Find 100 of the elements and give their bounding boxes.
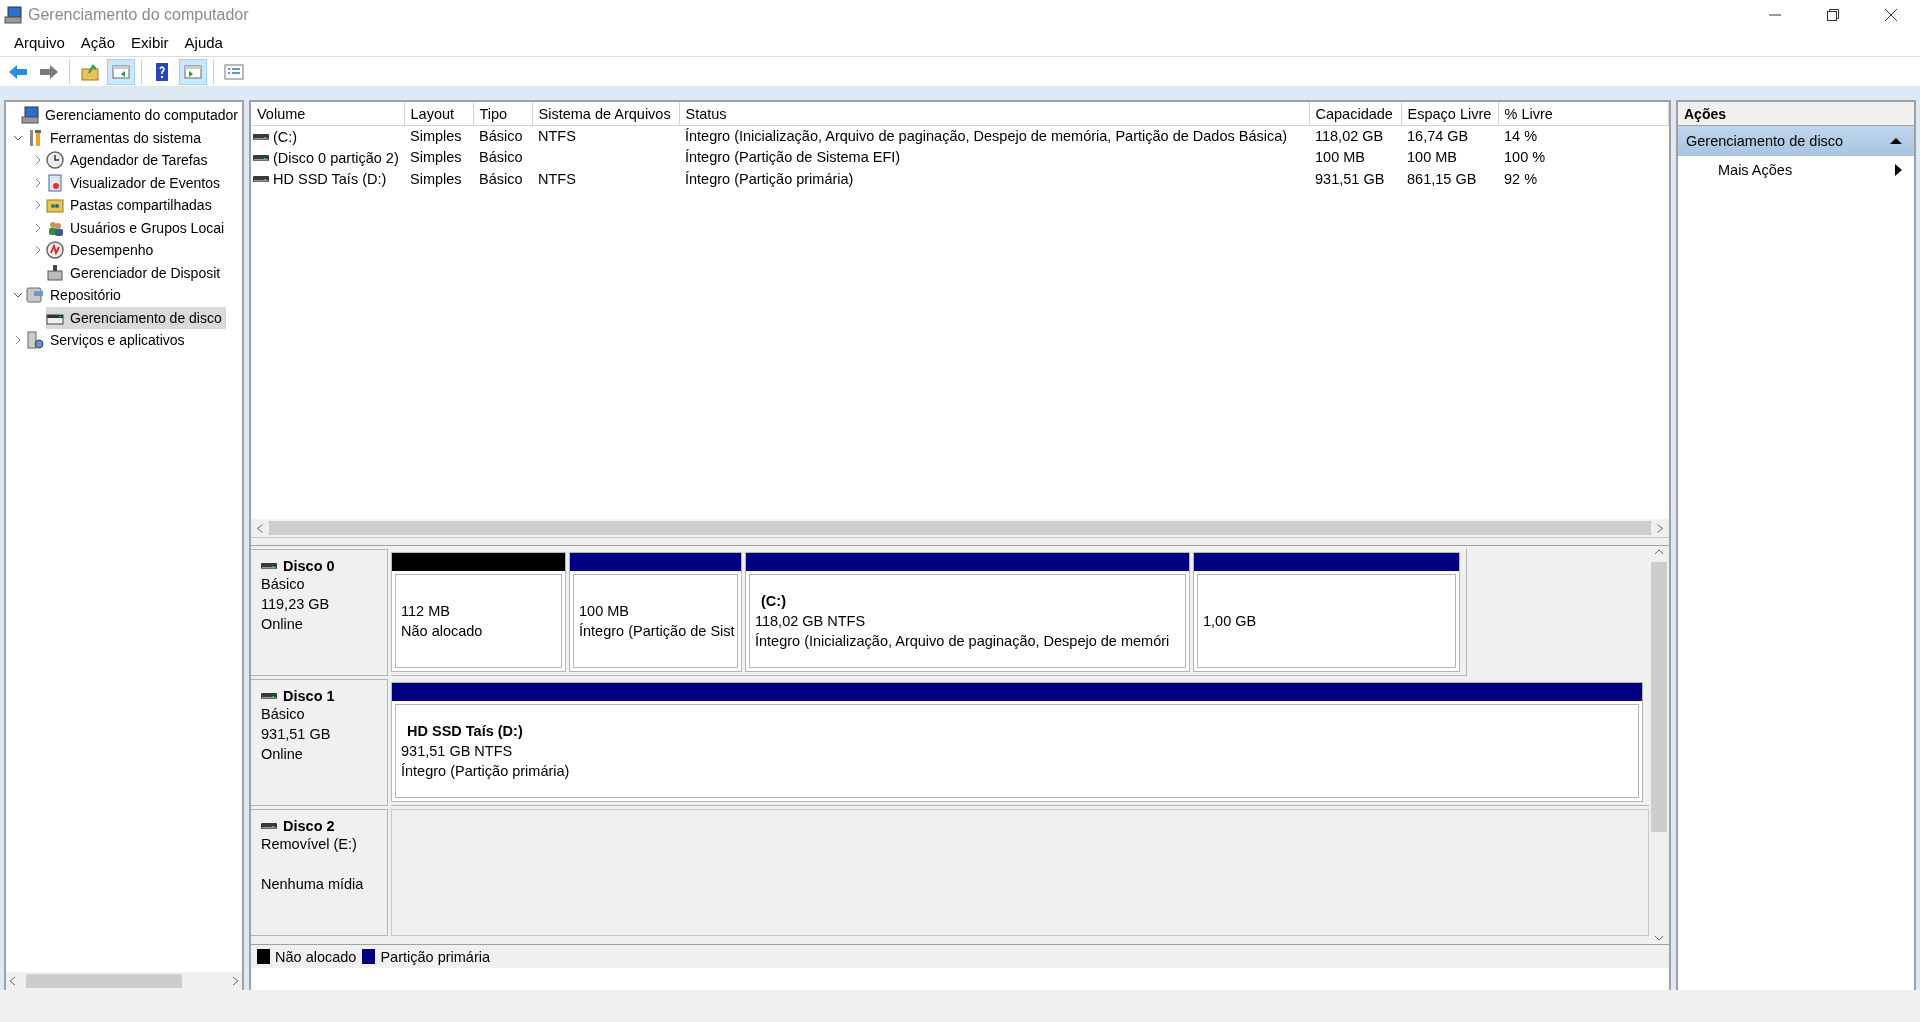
disk-info-panel[interactable]: Disco 2 Removível (E:) Nenhuma mídia — [251, 809, 388, 936]
disk-type: Básico — [261, 575, 306, 594]
disk-status: Nenhuma mídia — [261, 875, 365, 894]
partition-text: Íntegro (Inicialização, Arquivo de paginação, Despejo de memóri — [755, 632, 1171, 651]
table-cell: NTFS — [538, 170, 576, 187]
table-cell: 100 MB — [1315, 149, 1365, 166]
scroll-left-icon — [257, 523, 263, 533]
back-arrow-icon — [8, 63, 28, 80]
partition-text: 118,02 GB NTFS — [755, 612, 867, 631]
log-icon — [46, 173, 64, 192]
drive-icon — [253, 153, 269, 162]
chevron-right-icon — [33, 245, 43, 256]
column-header[interactable]: Volume — [251, 102, 404, 125]
computer-icon — [21, 106, 39, 125]
table-cell: NTFS — [538, 128, 576, 144]
column-header[interactable]: % Livre — [1498, 102, 1669, 125]
drive-icon — [253, 175, 269, 184]
partition-text: Íntegro (Partição primária) — [401, 762, 571, 781]
submenu-arrow-icon — [1895, 164, 1902, 176]
pane-toggle-icon — [184, 62, 202, 81]
table-cell: Íntegro (Partição de Sistema EFI) — [685, 149, 901, 166]
table-cell: Básico — [479, 149, 523, 166]
table-cell: Íntegro (Partição primária) — [685, 170, 854, 187]
scroll-right-icon — [1657, 523, 1663, 533]
chevron-right-icon — [33, 222, 43, 233]
shared-folder-icon — [46, 196, 64, 215]
disk-name: Disco 2 — [283, 818, 335, 834]
legend-label: Não alocado — [275, 948, 357, 965]
partition-block[interactable]: (C:) 118,02 GB NTFS Íntegro (Inicialização, Arquivo de paginação, Despejo de memóri — [745, 552, 1190, 672]
pane-toggle-icon — [112, 62, 130, 81]
disk-info-panel[interactable]: Disco 1 Básico 931,51 GB Online — [251, 679, 388, 806]
computer-icon — [4, 5, 22, 24]
chevron-right-icon — [33, 200, 43, 211]
tree-item[interactable]: Gerenciador de Disposit — [46, 261, 225, 284]
disk-size: 119,23 GB — [261, 595, 331, 614]
menu-item[interactable]: Arquivo — [6, 34, 73, 51]
actions-title: Ações — [1678, 102, 1914, 126]
help-icon — [153, 62, 171, 81]
column-header[interactable]: Layout — [404, 102, 473, 125]
tree-item[interactable]: Pastas compartilhadas — [46, 194, 216, 217]
column-header[interactable]: Espaço Livre — [1401, 102, 1498, 125]
table-cell: Simples — [410, 170, 462, 187]
table-cell: (Disco 0 partição 2) — [273, 149, 399, 166]
tree-item[interactable]: Serviços e aplicativos — [26, 329, 189, 352]
column-header[interactable]: Tipo — [473, 102, 532, 125]
table-cell: Básico — [479, 170, 523, 187]
partition-text: 112 MB — [401, 602, 451, 621]
disk-type: Removível (E:) — [261, 835, 358, 854]
partition-text: 100 MB — [579, 602, 630, 621]
table-cell: 92 % — [1504, 170, 1538, 187]
partition-block[interactable]: HD SSD Taís (D:) 931,51 GB NTFS Íntegro (Partição primária) — [391, 682, 1643, 802]
partition-title: (C:) — [760, 592, 787, 611]
column-header[interactable]: Status — [679, 102, 1309, 125]
table-cell: 118,02 GB — [1315, 128, 1384, 144]
device-icon — [46, 263, 64, 282]
table-cell: HD SSD Taís (D:) — [273, 171, 387, 188]
tree-item[interactable]: Gerenciamento do computador — [21, 104, 242, 127]
tree-item[interactable]: Gerenciamento de disco — [46, 306, 226, 329]
tree-item[interactable]: Desempenho — [46, 239, 158, 262]
storage-icon — [26, 286, 44, 305]
table-cell: 14 % — [1504, 128, 1538, 144]
partition-block[interactable]: 1,00 GB — [1193, 552, 1460, 672]
actions-section-header[interactable]: Gerenciamento de disco — [1678, 126, 1914, 156]
table-cell: 16,74 GB — [1407, 128, 1469, 144]
drive-icon — [261, 822, 277, 830]
table-cell: Íntegro (Inicialização, Arquivo de paginação, Despejo de memória, Partição de Dados Básica) — [685, 128, 1288, 144]
column-header[interactable]: Capacidade — [1309, 102, 1401, 125]
table-cell: Simples — [410, 149, 462, 166]
action-item[interactable]: Mais Ações — [1678, 156, 1914, 184]
forward-arrow-icon — [39, 63, 59, 80]
partition-block[interactable]: 100 MB Íntegro (Partição de Sist — [569, 552, 742, 672]
table-cell: 100 % — [1504, 149, 1546, 166]
disk-info-panel[interactable]: Disco 0 Básico 119,23 GB Online — [251, 549, 388, 676]
tree-item[interactable]: Agendador de Tarefas — [46, 149, 212, 172]
menu-item[interactable]: Exibir — [123, 34, 177, 51]
tree-item[interactable]: Ferramentas do sistema — [26, 126, 205, 149]
disk-type: Básico — [261, 705, 306, 724]
section-label: Gerenciamento de disco — [1686, 133, 1844, 149]
table-cell: 100 MB — [1407, 149, 1457, 166]
clock-icon — [46, 151, 64, 170]
partition-block[interactable]: 112 MB Não alocado — [391, 552, 566, 672]
tree-item[interactable]: Repositório — [26, 284, 125, 307]
horizontal-scrollbar[interactable] — [6, 972, 242, 990]
tree-item[interactable]: Usuários e Grupos Locai — [46, 216, 229, 239]
close-icon — [1885, 8, 1897, 21]
column-header[interactable]: Sistema de Arquivos — [532, 102, 679, 125]
partition-text: 1,00 GB — [1203, 612, 1258, 631]
horizontal-scrollbar[interactable] — [251, 519, 1669, 537]
tree-item[interactable]: Visualizador de Eventos — [46, 171, 224, 194]
disk-name: Disco 1 — [283, 688, 335, 704]
table-cell: (C:) — [273, 128, 298, 145]
legend-label: Partição primária — [380, 948, 490, 965]
menu-item[interactable]: Ação — [72, 34, 124, 51]
partition-text: Não alocado — [401, 622, 484, 641]
splitter-bar[interactable] — [251, 537, 1669, 546]
menu-item[interactable]: Ajuda — [176, 34, 231, 51]
chevron-right-icon — [33, 177, 43, 188]
window-title: Gerenciamento do computador — [28, 5, 250, 24]
table-cell: 931,51 GB — [1315, 170, 1385, 187]
chevron-right-icon — [33, 155, 43, 166]
